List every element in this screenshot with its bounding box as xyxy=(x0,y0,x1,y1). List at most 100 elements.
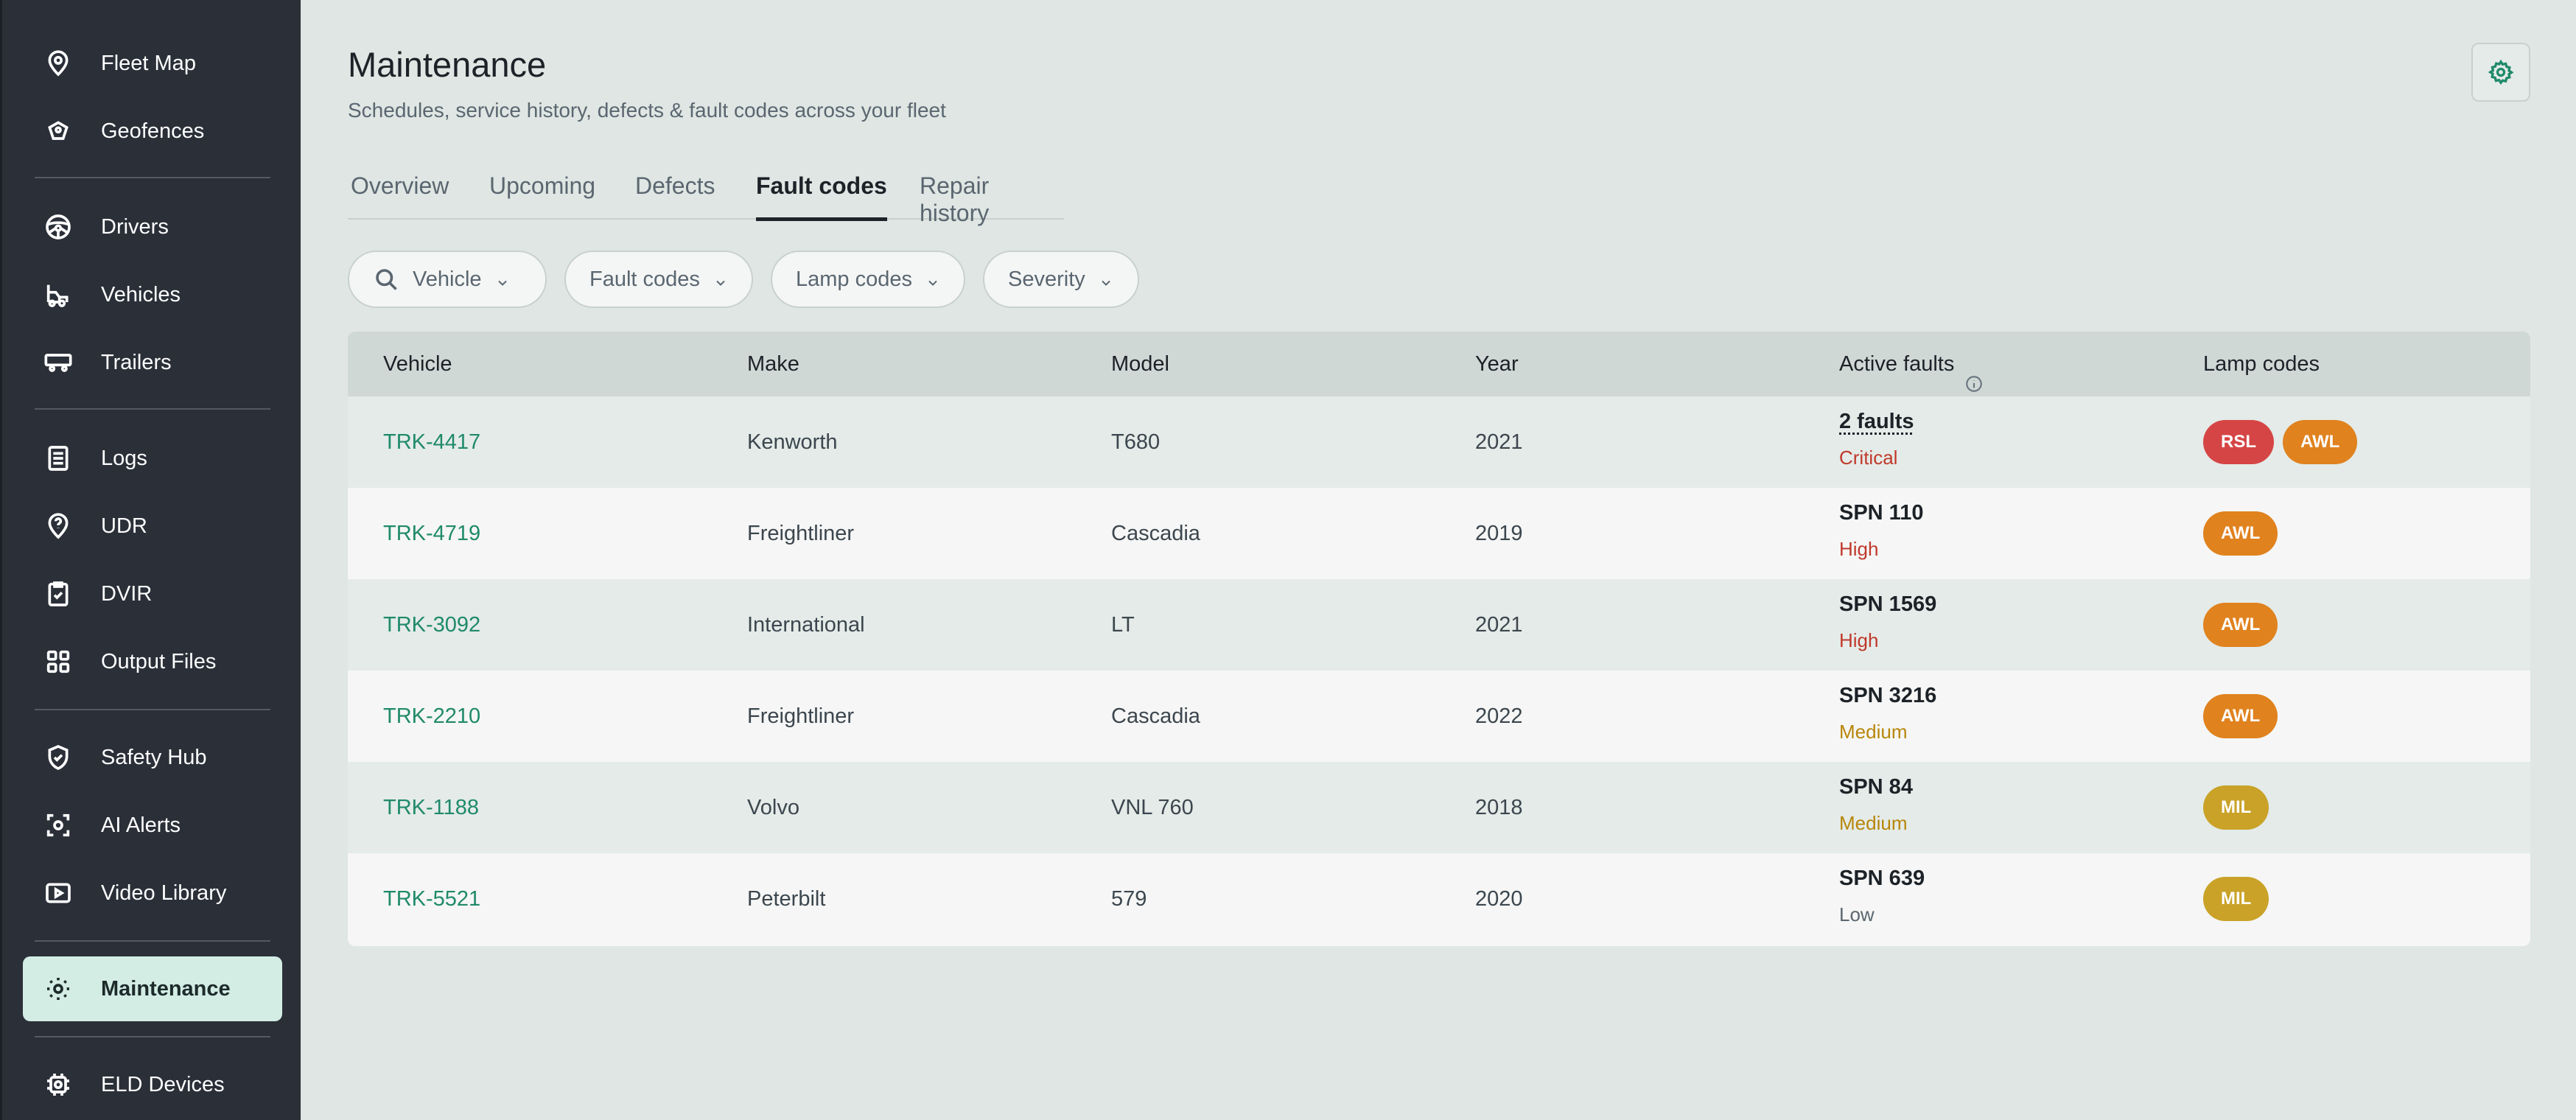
geofence-icon xyxy=(42,115,74,147)
severity-label: Medium xyxy=(1839,812,1908,834)
table-row[interactable]: TRK-3092 International LT 2021 SPN 1569 High A… xyxy=(348,579,2530,671)
chevron-down-icon xyxy=(1099,272,1113,287)
search-icon xyxy=(373,266,399,293)
settings-button[interactable] xyxy=(2471,43,2530,102)
fault-code: SPN 3216 xyxy=(1839,684,1937,707)
sidebar-item-vehicles[interactable]: Vehicles xyxy=(23,262,282,327)
fault-code: SPN 110 xyxy=(1839,501,1924,525)
column-header-year[interactable]: Year xyxy=(1475,332,1519,396)
column-header-make[interactable]: Make xyxy=(747,332,799,396)
sidebar-item-label: Vehicles xyxy=(101,282,181,307)
vehicle-link[interactable]: TRK-1188 xyxy=(383,762,479,853)
table-row[interactable]: TRK-2210 Freightliner Cascadia 2022 SPN 3216… xyxy=(348,671,2530,762)
gear-icon xyxy=(2488,59,2514,85)
lamp-codes-cell: AWL xyxy=(2203,694,2286,738)
model-cell: Cascadia xyxy=(1111,522,1200,545)
ai-scan-icon xyxy=(42,809,74,841)
vehicle-link[interactable]: TRK-4417 xyxy=(383,396,480,488)
model-cell: 579 xyxy=(1111,887,1147,911)
year-cell: 2021 xyxy=(1475,613,1523,637)
model-cell: LT xyxy=(1111,613,1135,637)
sidebar-item-geofences[interactable]: Geofences xyxy=(23,99,282,164)
page-subtitle: Schedules, service history, defects & fa… xyxy=(348,99,946,122)
vehicle-link[interactable]: TRK-4719 xyxy=(383,488,480,579)
tab-defects[interactable]: Defects xyxy=(635,172,715,218)
trailer-icon xyxy=(42,346,74,379)
sidebar-item-fleet-map[interactable]: Fleet Map xyxy=(23,31,282,96)
lamp-badge: AWL xyxy=(2203,603,2278,647)
sidebar-divider xyxy=(35,709,270,710)
map-pin-icon xyxy=(42,47,74,80)
severity-label: High xyxy=(1839,538,1879,560)
play-icon xyxy=(42,877,74,909)
table-row[interactable]: TRK-1188 Volvo VNL 760 2018 SPN 84 Medium MIL xyxy=(348,762,2530,853)
lamp-badge: MIL xyxy=(2203,877,2269,921)
vehicle-link[interactable]: TRK-3092 xyxy=(383,579,480,671)
fault-codes-filter[interactable]: Fault codes xyxy=(564,251,753,308)
lamp-codes-cell: AWL xyxy=(2203,603,2286,647)
vehicle-link[interactable]: TRK-5521 xyxy=(383,853,480,945)
sidebar-item-logs[interactable]: Logs xyxy=(23,426,282,491)
sidebar-item-label: UDR xyxy=(101,514,147,538)
active-faults-cell: SPN 3216 Medium xyxy=(1839,684,1936,743)
vehicle-icon xyxy=(42,279,74,311)
year-cell: 2019 xyxy=(1475,522,1523,545)
vehicle-filter[interactable]: Vehicle xyxy=(348,251,547,308)
table-row[interactable]: TRK-5521 Peterbilt 579 2020 SPN 639 Low MIL xyxy=(348,853,2530,945)
filter-label: Lamp codes xyxy=(796,267,912,291)
device-icon xyxy=(42,1068,74,1101)
sidebar-item-safety-hub[interactable]: Safety Hub xyxy=(23,725,282,790)
table-row[interactable]: TRK-4417 Kenworth T680 2021 2 faults Critical… xyxy=(348,396,2530,488)
sidebar-item-dvir[interactable]: DVIR xyxy=(23,561,282,626)
filter-label: Fault codes xyxy=(589,267,700,291)
active-faults-cell: 2 faults Critical xyxy=(1839,410,1914,469)
sidebar-item-label: DVIR xyxy=(101,581,153,606)
fault-code[interactable]: 2 faults xyxy=(1839,410,1914,439)
sidebar-item-video-library[interactable]: Video Library xyxy=(23,861,282,925)
fault-code: SPN 639 xyxy=(1839,867,1925,890)
tab-upcoming[interactable]: Upcoming xyxy=(489,172,595,218)
wrench-gear-icon xyxy=(42,973,74,1005)
vehicle-link[interactable]: TRK-2210 xyxy=(383,671,480,762)
question-pin-icon xyxy=(42,510,74,542)
model-cell: T680 xyxy=(1111,430,1161,454)
sidebar-item-label: Video Library xyxy=(101,881,227,905)
steering-wheel-icon xyxy=(42,211,74,243)
column-header-lamp-codes[interactable]: Lamp codes xyxy=(2203,332,2320,396)
make-cell: Freightliner xyxy=(747,522,855,545)
sidebar-item-label: Logs xyxy=(101,446,147,470)
sidebar-item-udr[interactable]: UDR xyxy=(23,494,282,559)
severity-label: Critical xyxy=(1839,447,1898,469)
active-faults-cell: SPN 1569 High xyxy=(1839,592,1936,652)
column-header-vehicle[interactable]: Vehicle xyxy=(383,332,452,396)
sidebar-item-trailers[interactable]: Trailers xyxy=(23,330,282,395)
lamp-badge: AWL xyxy=(2203,511,2278,556)
sidebar-item-eld-devices[interactable]: ELD Devices xyxy=(23,1052,282,1117)
table-row[interactable]: TRK-4719 Freightliner Cascadia 2019 SPN 110 H… xyxy=(348,488,2530,579)
grid-icon xyxy=(42,645,74,678)
info-icon[interactable] xyxy=(1964,354,1984,392)
severity-filter[interactable]: Severity xyxy=(983,251,1139,308)
sidebar-item-drivers[interactable]: Drivers xyxy=(23,195,282,259)
chevron-down-icon xyxy=(713,272,728,287)
sidebar-item-label: Maintenance xyxy=(101,976,231,1001)
active-faults-cell: SPN 84 Medium xyxy=(1839,775,1913,835)
column-header-active-faults[interactable]: Active faults xyxy=(1839,332,1984,396)
severity-label: High xyxy=(1839,629,1879,651)
clipboard-check-icon xyxy=(42,578,74,610)
lamp-codes-filter[interactable]: Lamp codes xyxy=(771,251,965,308)
sidebar-item-output-files[interactable]: Output Files xyxy=(23,629,282,694)
fault-codes-table: Vehicle Make Model Year Active faults La… xyxy=(348,332,2530,946)
sidebar-item-ai-alerts[interactable]: AI Alerts xyxy=(23,793,282,858)
sidebar-item-maintenance[interactable]: Maintenance xyxy=(23,956,282,1021)
fault-code: SPN 1569 xyxy=(1839,592,1937,616)
tab-bar: Overview Upcoming Defects Fault codes Re… xyxy=(348,168,1064,226)
sidebar-divider xyxy=(35,1036,270,1037)
column-header-model[interactable]: Model xyxy=(1111,332,1169,396)
tab-fault-codes[interactable]: Fault codes xyxy=(756,172,887,221)
tab-repair-history[interactable]: Repair history xyxy=(920,172,1064,226)
logs-icon xyxy=(42,442,74,475)
year-cell: 2018 xyxy=(1475,796,1523,819)
tab-overview[interactable]: Overview xyxy=(351,172,449,218)
year-cell: 2021 xyxy=(1475,430,1523,454)
